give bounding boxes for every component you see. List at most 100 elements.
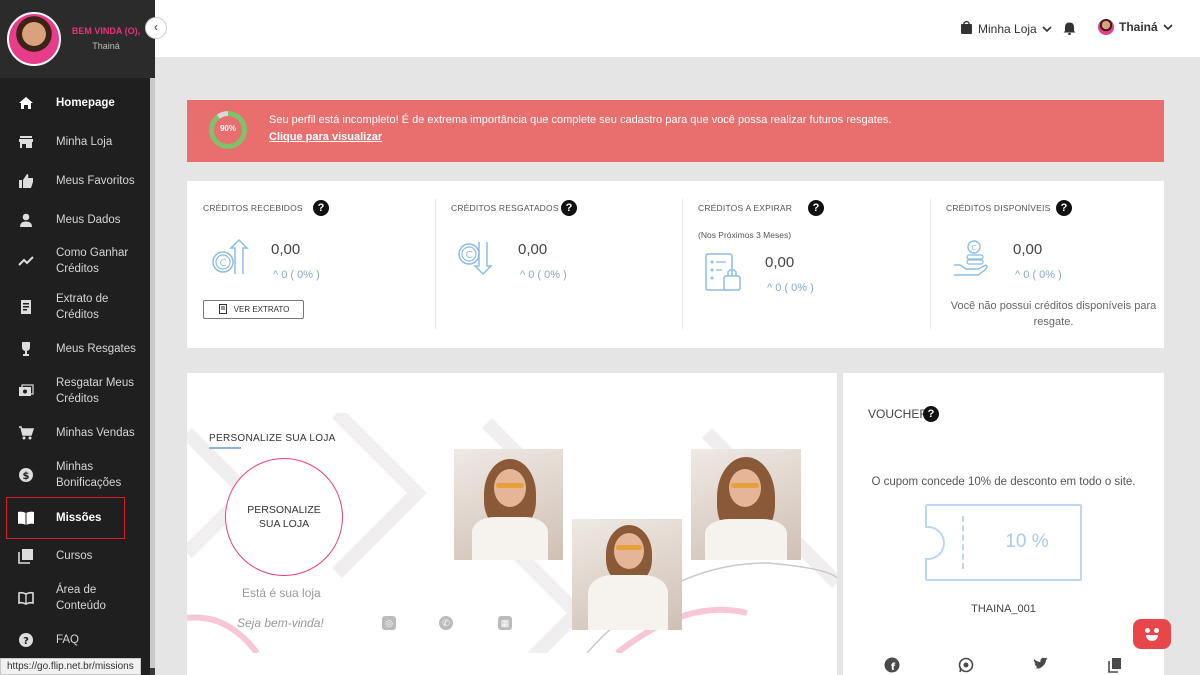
coin-down-icon: C (457, 238, 497, 278)
credits-redeemed-delta: ^ 0 ( 0% ) (520, 269, 567, 281)
sidebar-item-label: Resgatar Meus Créditos (56, 377, 134, 405)
credits-redeemed-value: 0,00 (518, 241, 548, 258)
sidebar-item-meus-resgates[interactable]: Meus Resgates (0, 340, 150, 358)
sidebar-item-area-de-conteudo[interactable]: Área de Conteúdo (0, 582, 150, 614)
sidebar-item-label: Missões (56, 512, 102, 524)
sidebar-item-missoes[interactable]: Missões (6, 497, 125, 539)
library-icon (17, 547, 35, 565)
personalize-store-panel: PERSONALIZE SUA LOJA PERSONALIZE SUA LOJ… (187, 373, 837, 675)
notifications-button[interactable] (1063, 20, 1076, 38)
redeem-icon (17, 382, 35, 400)
arrow-up-icon: ^ (1015, 269, 1021, 281)
alert-view-link[interactable]: Clique para visualizar (269, 131, 382, 143)
svg-text:$: $ (23, 471, 30, 482)
twitter-icon[interactable] (1032, 657, 1049, 674)
bell-icon (1063, 20, 1076, 38)
whatsapp-icon[interactable] (957, 657, 974, 674)
credits-available-value: 0,00 (1013, 241, 1043, 258)
sidebar-item-label: Cursos (56, 550, 93, 562)
shopping-bag-icon (960, 20, 973, 37)
sidebar-item-faq[interactable]: ? FAQ (0, 631, 150, 649)
hand-coins-icon: C (952, 239, 992, 279)
facebook-icon[interactable]: f (883, 657, 900, 674)
profile-incomplete-alert: 90% Seu perfil está incompleto! É de ext… (187, 100, 1164, 162)
chat-widget-button[interactable] (1133, 619, 1171, 649)
chat-eye-right (1154, 628, 1159, 633)
ticket-perforation (962, 516, 964, 569)
chevron-down-icon (1163, 20, 1173, 34)
no-credits-note: Você não possui créditos disponíveis par… (950, 300, 1157, 328)
credits-redeemed: CRÉDITOS RESGATADOS ? C 0,00 ^ 0 ( 0% ) (435, 181, 682, 348)
sidebar-item-meus-dados[interactable]: Meus Dados (0, 211, 150, 229)
top-header: Minha Loja Thainá (155, 0, 1200, 57)
thumbs-up-icon (17, 172, 35, 190)
sidebar-item-extrato-de-creditos[interactable]: Extrato de Créditos (0, 291, 150, 323)
voucher-panel: VOUCHER ? O cupom concede 10% de descont… (843, 373, 1164, 675)
credits-expiring-value: 0,00 (765, 254, 795, 271)
store-line-1: Está é sua loja (242, 586, 321, 600)
cart-icon (17, 424, 35, 442)
store-menu[interactable]: Minha Loja (960, 20, 1052, 37)
sidebar-scrollbar-thumb[interactable] (150, 78, 155, 668)
svg-text:f: f (890, 662, 895, 673)
personalize-store-button[interactable]: PERSONALIZE SUA LOJA (225, 458, 343, 576)
document-icon (218, 303, 228, 316)
credits-available-delta: ^ 0 ( 0% ) (1015, 269, 1062, 281)
sidebar-item-minha-loja[interactable]: Minha Loja (0, 133, 150, 151)
browser-status-bar: https://go.flip.net.br/missions (0, 658, 141, 675)
sidebar-item-resgatar-meus-creditos[interactable]: Resgatar Meus Créditos (0, 375, 150, 407)
collapse-sidebar-button[interactable]: ‹ (145, 17, 167, 39)
voucher-code[interactable]: THAINA_001 (843, 603, 1164, 615)
sidebar-item-homepage[interactable]: Homepage (0, 94, 150, 112)
voucher-title: VOUCHER (868, 407, 929, 421)
sidebar-item-label: Meus Favoritos (56, 175, 135, 187)
checklist-lock-icon (704, 253, 744, 293)
avatar[interactable] (7, 12, 61, 66)
help-icon[interactable]: ? (313, 200, 329, 216)
help-icon[interactable]: ? (923, 406, 939, 422)
help-icon[interactable]: ? (808, 200, 824, 216)
coin-up-icon: C (209, 238, 249, 278)
sidebar-item-como-ganhar-creditos[interactable]: Como Ganhar Créditos (0, 245, 150, 277)
trophy-icon (17, 340, 35, 358)
svg-text:C: C (972, 244, 977, 252)
sidebar-item-minhas-vendas[interactable]: Minhas Vendas (0, 424, 150, 442)
user-menu[interactable]: Thainá (1098, 19, 1173, 35)
sidebar-item-meus-favoritos[interactable]: Meus Favoritos (0, 172, 150, 190)
chat-eye-left (1145, 628, 1150, 633)
credits-expiring-title: CRÉDITOS A EXPIRAR (698, 203, 793, 213)
user-menu-label: Thainá (1119, 20, 1158, 34)
sidebar-item-label: Extrato de Créditos (56, 293, 109, 321)
sidebar-item-label: Minhas Vendas (56, 427, 135, 439)
sidebar-item-minhas-bonificacoes[interactable]: $ Minhas Bonificações (0, 459, 150, 491)
page-scrollbar[interactable] (1194, 57, 1200, 675)
help-icon[interactable]: ? (561, 200, 577, 216)
title-underline (209, 447, 241, 449)
credits-available-title: CRÉDITOS DISPONÍVEIS (946, 203, 1051, 213)
credits-received-delta: ^ 0 ( 0% ) (273, 269, 320, 281)
help-icon[interactable]: ? (1056, 200, 1072, 216)
arrow-up-icon: ^ (273, 269, 279, 281)
credits-expiring-delta: ^ 0 ( 0% ) (767, 282, 814, 294)
dollar-icon: $ (17, 466, 35, 484)
chevron-down-icon (1042, 22, 1052, 36)
personalize-store-button-label: PERSONALIZE SUA LOJA (247, 504, 321, 530)
whatsapp-icon[interactable]: ✆ (439, 616, 453, 630)
instagram-icon[interactable]: ◎ (382, 616, 396, 630)
store-front-icon[interactable]: ▦ (498, 616, 512, 630)
arrow-up-icon: ^ (767, 282, 773, 294)
sidebar-item-label: Área de Conteúdo (56, 584, 106, 612)
store-icon (17, 133, 35, 151)
receipt-icon (17, 298, 35, 316)
store-menu-label: Minha Loja (978, 21, 1037, 36)
sidebar-item-cursos[interactable]: Cursos (0, 547, 150, 565)
view-statement-button[interactable]: VER EXTRATO (203, 300, 304, 319)
sidebar-item-label: Meus Dados (56, 214, 121, 226)
credits-redeemed-title: CRÉDITOS RESGATADOS (451, 203, 559, 213)
chat-mouth (1146, 635, 1158, 641)
welcome-text: BEM VINDA (O), (71, 26, 141, 36)
copy-icon[interactable] (1106, 657, 1123, 674)
svg-text:?: ? (23, 636, 29, 647)
sidebar-item-label: Homepage (56, 97, 115, 109)
credits-received-delta-text: 0 ( 0% ) (281, 269, 320, 281)
